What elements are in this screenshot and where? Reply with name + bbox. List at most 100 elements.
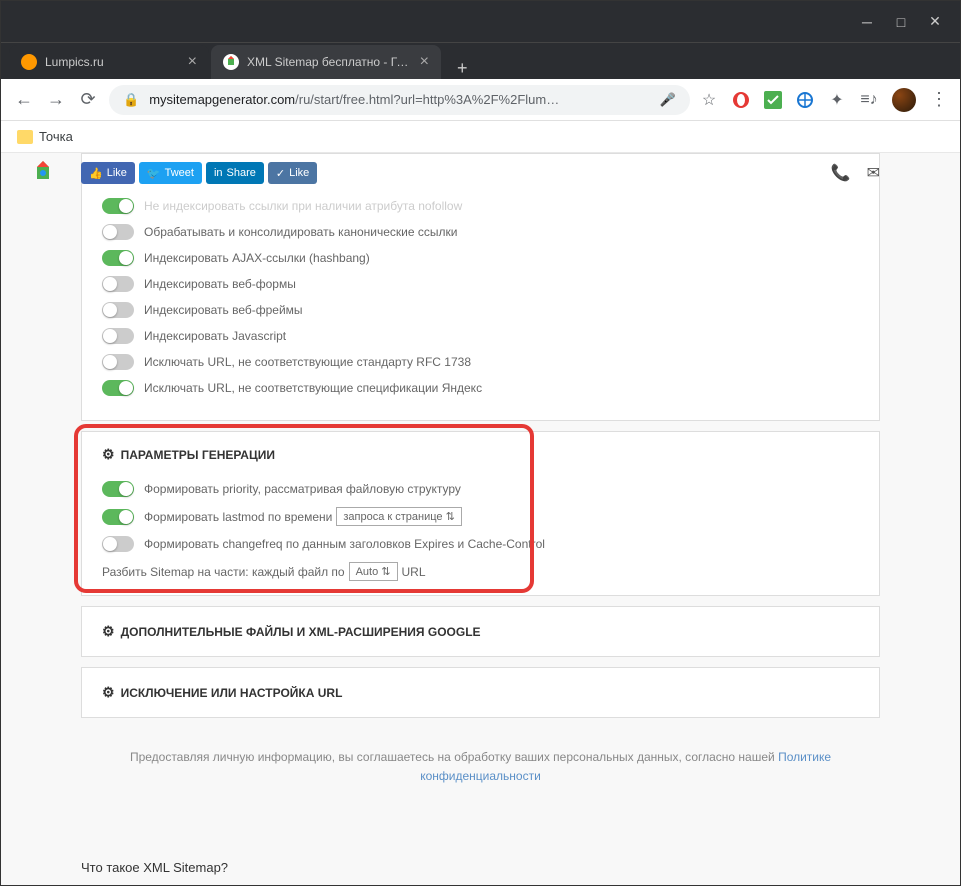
toggle-ajax[interactable] bbox=[102, 250, 134, 266]
gear-icon: ⚙ bbox=[102, 446, 115, 463]
social-label: Share bbox=[227, 167, 256, 179]
lock-icon: 🔒 bbox=[123, 92, 139, 108]
twitter-icon: 🐦 bbox=[147, 167, 161, 180]
privacy-disclaimer: Предоставляя личную информацию, вы согла… bbox=[81, 748, 880, 786]
vk-like-button[interactable]: ✓ Like bbox=[268, 162, 317, 184]
setting-label: Формировать priority, рассматривая файло… bbox=[144, 482, 859, 496]
window-titlebar: ─ □ ✕ bbox=[1, 1, 960, 43]
bookmark-folder[interactable]: Точка bbox=[17, 129, 73, 144]
forward-button[interactable]: → bbox=[45, 89, 67, 110]
setting-row-split: Разбить Sitemap на части: каждый файл по… bbox=[102, 562, 859, 581]
browser-tabs: Lumpics.ru × XML Sitemap бесплатно - Ген… bbox=[1, 43, 960, 79]
setting-row-priority: Формировать priority, рассматривая файло… bbox=[102, 481, 859, 497]
indexing-settings-panel: Не индексировать ссылки при наличии атри… bbox=[81, 153, 880, 421]
phone-icon[interactable]: 📞 bbox=[831, 163, 851, 183]
chrome-menu-icon[interactable]: ⋮ bbox=[930, 89, 948, 110]
social-buttons: 👍 Like 🐦 Tweet in Share ✓ Like bbox=[81, 162, 317, 184]
browser-window: ─ □ ✕ Lumpics.ru × XML Sitemap бесплатно… bbox=[0, 0, 961, 886]
close-button[interactable]: ✕ bbox=[928, 15, 942, 29]
setting-label: Индексировать AJAX-ссылки (hashbang) bbox=[144, 251, 859, 265]
twitter-tweet-button[interactable]: 🐦 Tweet bbox=[139, 162, 202, 184]
setting-row-yandex: Исключать URL, не соответствующие специф… bbox=[102, 380, 859, 396]
vk-icon: ✓ bbox=[276, 167, 285, 180]
split-select[interactable]: Auto ⇅ bbox=[349, 562, 398, 581]
tab-close-icon[interactable]: × bbox=[420, 53, 429, 71]
setting-row-ajax: Индексировать AJAX-ссылки (hashbang) bbox=[102, 250, 859, 266]
lastmod-select[interactable]: запроса к странице ⇅ bbox=[336, 507, 461, 526]
additional-files-panel[interactable]: ⚙ ДОПОЛНИТЕЛЬНЫЕ ФАЙЛЫ И XML-РАСШИРЕНИЯ … bbox=[81, 606, 880, 657]
generation-params-panel: ⚙ ПАРАМЕТРЫ ГЕНЕРАЦИИ Формировать priori… bbox=[81, 431, 880, 596]
toggle-yandex[interactable] bbox=[102, 380, 134, 396]
site-logo[interactable] bbox=[29, 159, 57, 187]
footer-question[interactable]: Что такое XML Sitemap? bbox=[81, 850, 880, 885]
toggle-canonical[interactable] bbox=[102, 224, 134, 240]
select-value: запроса к странице bbox=[343, 511, 442, 523]
gear-icon: ⚙ bbox=[102, 623, 115, 640]
setting-row-canonical: Обрабатывать и консолидировать каноничес… bbox=[102, 224, 859, 240]
setting-row-forms: Индексировать веб-формы bbox=[102, 276, 859, 292]
linkedin-icon: in bbox=[214, 167, 223, 179]
linkedin-share-button[interactable]: in Share bbox=[206, 162, 264, 184]
toggle-frames[interactable] bbox=[102, 302, 134, 318]
page-content: 👍 Like 🐦 Tweet in Share ✓ Like 📞 ✉ Не индекс… bbox=[1, 153, 960, 885]
browser-tab-sitemap[interactable]: XML Sitemap бесплатно - Генер × bbox=[211, 45, 441, 79]
toggle-changefreq[interactable] bbox=[102, 536, 134, 552]
opera-icon[interactable] bbox=[732, 91, 750, 109]
setting-row-rfc1738: Исключать URL, не соответствующие станда… bbox=[102, 354, 859, 370]
profile-avatar[interactable] bbox=[892, 88, 916, 112]
gear-icon: ⚙ bbox=[102, 684, 115, 701]
playlist-icon[interactable]: ≡♪ bbox=[860, 91, 878, 109]
bookmark-label: Точка bbox=[39, 129, 73, 144]
toggle-forms[interactable] bbox=[102, 276, 134, 292]
split-label-pre: Разбить Sitemap на части: каждый файл по bbox=[102, 565, 345, 579]
social-label: Like bbox=[289, 167, 309, 179]
url-domain: mysitemapgenerator.com bbox=[149, 92, 295, 107]
thumb-icon: 👍 bbox=[89, 167, 103, 180]
setting-label: Формировать lastmod по времени bbox=[144, 510, 332, 524]
social-label: Tweet bbox=[165, 167, 194, 179]
back-button[interactable]: ← bbox=[13, 89, 35, 110]
panel-title: ИСКЛЮЧЕНИЕ ИЛИ НАСТРОЙКА URL bbox=[121, 686, 343, 700]
setting-label: Индексировать Javascript bbox=[144, 329, 859, 343]
window-controls: ─ □ ✕ bbox=[850, 15, 952, 29]
toggle-rfc1738[interactable] bbox=[102, 354, 134, 370]
check-ext-icon[interactable] bbox=[764, 91, 782, 109]
setting-row-changefreq: Формировать changefreq по данным заголов… bbox=[102, 536, 859, 552]
disclaimer-text: Предоставляя личную информацию, вы согла… bbox=[130, 750, 778, 764]
mail-icon[interactable]: ✉ bbox=[867, 163, 880, 183]
sticky-header: 👍 Like 🐦 Tweet in Share ✓ Like 📞 ✉ bbox=[81, 153, 880, 193]
tab-favicon-icon bbox=[223, 54, 239, 70]
tab-close-icon[interactable]: × bbox=[188, 53, 197, 71]
header-contact-icons: 📞 ✉ bbox=[831, 163, 880, 183]
minimize-button[interactable]: ─ bbox=[860, 15, 874, 29]
tab-title: Lumpics.ru bbox=[45, 55, 180, 69]
url-exclusion-panel[interactable]: ⚙ ИСКЛЮЧЕНИЕ ИЛИ НАСТРОЙКА URL bbox=[81, 667, 880, 718]
extensions-icon[interactable]: ✦ bbox=[828, 91, 846, 109]
toggle-js[interactable] bbox=[102, 328, 134, 344]
globe-ext-icon[interactable] bbox=[796, 91, 814, 109]
toggle-lastmod[interactable] bbox=[102, 509, 134, 525]
setting-row-js: Индексировать Javascript bbox=[102, 328, 859, 344]
setting-row-lastmod: Формировать lastmod по времени запроса к… bbox=[102, 507, 859, 526]
url-path: /ru/start/free.html?url=http%3A%2F%2Flum… bbox=[295, 92, 660, 107]
panel-header-generation: ⚙ ПАРАМЕТРЫ ГЕНЕРАЦИИ bbox=[82, 432, 879, 471]
toggle-nofollow[interactable] bbox=[102, 198, 134, 214]
browser-tab-lumpics[interactable]: Lumpics.ru × bbox=[9, 45, 209, 79]
voice-search-icon[interactable]: 🎤 bbox=[660, 92, 676, 108]
folder-icon bbox=[17, 130, 33, 144]
setting-label: Исключать URL, не соответствующие специф… bbox=[144, 381, 859, 395]
facebook-like-button[interactable]: 👍 Like bbox=[81, 162, 135, 184]
url-input[interactable]: 🔒 mysitemapgenerator.com /ru/start/free.… bbox=[109, 85, 690, 115]
star-icon[interactable]: ☆ bbox=[700, 91, 718, 109]
reload-button[interactable]: ⟳ bbox=[77, 89, 99, 110]
maximize-button[interactable]: □ bbox=[894, 15, 908, 29]
toggle-priority[interactable] bbox=[102, 481, 134, 497]
split-label-post: URL bbox=[402, 565, 426, 579]
new-tab-button[interactable]: + bbox=[443, 58, 482, 79]
tab-title: XML Sitemap бесплатно - Генер bbox=[247, 55, 412, 69]
panel-title: ДОПОЛНИТЕЛЬНЫЕ ФАЙЛЫ И XML-РАСШИРЕНИЯ GO… bbox=[121, 625, 481, 639]
panel-body: Формировать priority, рассматривая файло… bbox=[82, 481, 879, 595]
select-value: Auto bbox=[356, 566, 379, 578]
setting-label: Не индексировать ссылки при наличии атри… bbox=[144, 199, 859, 213]
social-label: Like bbox=[107, 167, 127, 179]
